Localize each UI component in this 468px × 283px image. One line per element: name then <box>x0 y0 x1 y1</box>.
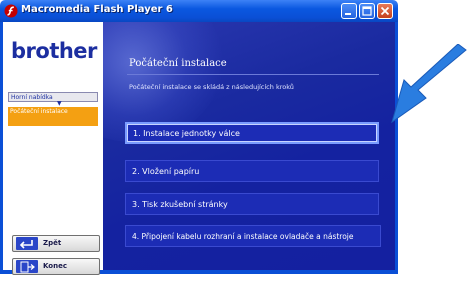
step-4-button[interactable]: 4. Připojení kabelu rozhraní a instalace… <box>125 225 381 247</box>
page-subtitle: Počáteční instalace se skládá z následuj… <box>129 83 294 91</box>
flash-player-window: Macromedia Flash Player 6 brother Horní … <box>0 0 398 275</box>
nav-home-link[interactable]: Horní nabídka <box>8 92 98 102</box>
back-arrow-icon <box>16 237 38 250</box>
pointer-arrow-icon <box>391 44 467 124</box>
maximize-button[interactable] <box>359 3 375 19</box>
exit-button-label: Konec <box>43 262 67 270</box>
step-2-button[interactable]: 2. Vložení papíru <box>125 160 379 182</box>
title-bar[interactable]: Macromedia Flash Player 6 <box>0 0 398 22</box>
window-title: Macromedia Flash Player 6 <box>21 4 173 15</box>
minimize-button[interactable] <box>341 3 357 19</box>
sidebar: brother Horní nabídka ▼ Počáteční instal… <box>3 22 103 275</box>
exit-button[interactable]: Konec <box>12 258 100 275</box>
nav-down-arrow-icon: ▼ <box>57 100 62 107</box>
close-icon <box>380 6 390 16</box>
minimize-icon <box>345 13 351 15</box>
exit-door-icon <box>16 260 38 273</box>
page-title: Počáteční instalace <box>129 58 227 69</box>
maximize-icon <box>362 6 372 16</box>
main-panel: Počáteční instalace Počáteční instalace … <box>103 22 395 270</box>
brother-logo: brother <box>11 39 97 63</box>
back-button-label: Zpět <box>43 239 62 247</box>
step-1-button[interactable]: 1. Instalace jednotky válce <box>125 122 379 144</box>
flash-player-icon <box>4 4 18 18</box>
step-3-button[interactable]: 3. Tisk zkušební stránky <box>125 193 379 215</box>
close-button[interactable] <box>377 3 393 19</box>
nav-current-item: Počáteční instalace <box>8 107 98 126</box>
title-divider <box>127 74 379 75</box>
back-button[interactable]: Zpět <box>12 235 100 252</box>
